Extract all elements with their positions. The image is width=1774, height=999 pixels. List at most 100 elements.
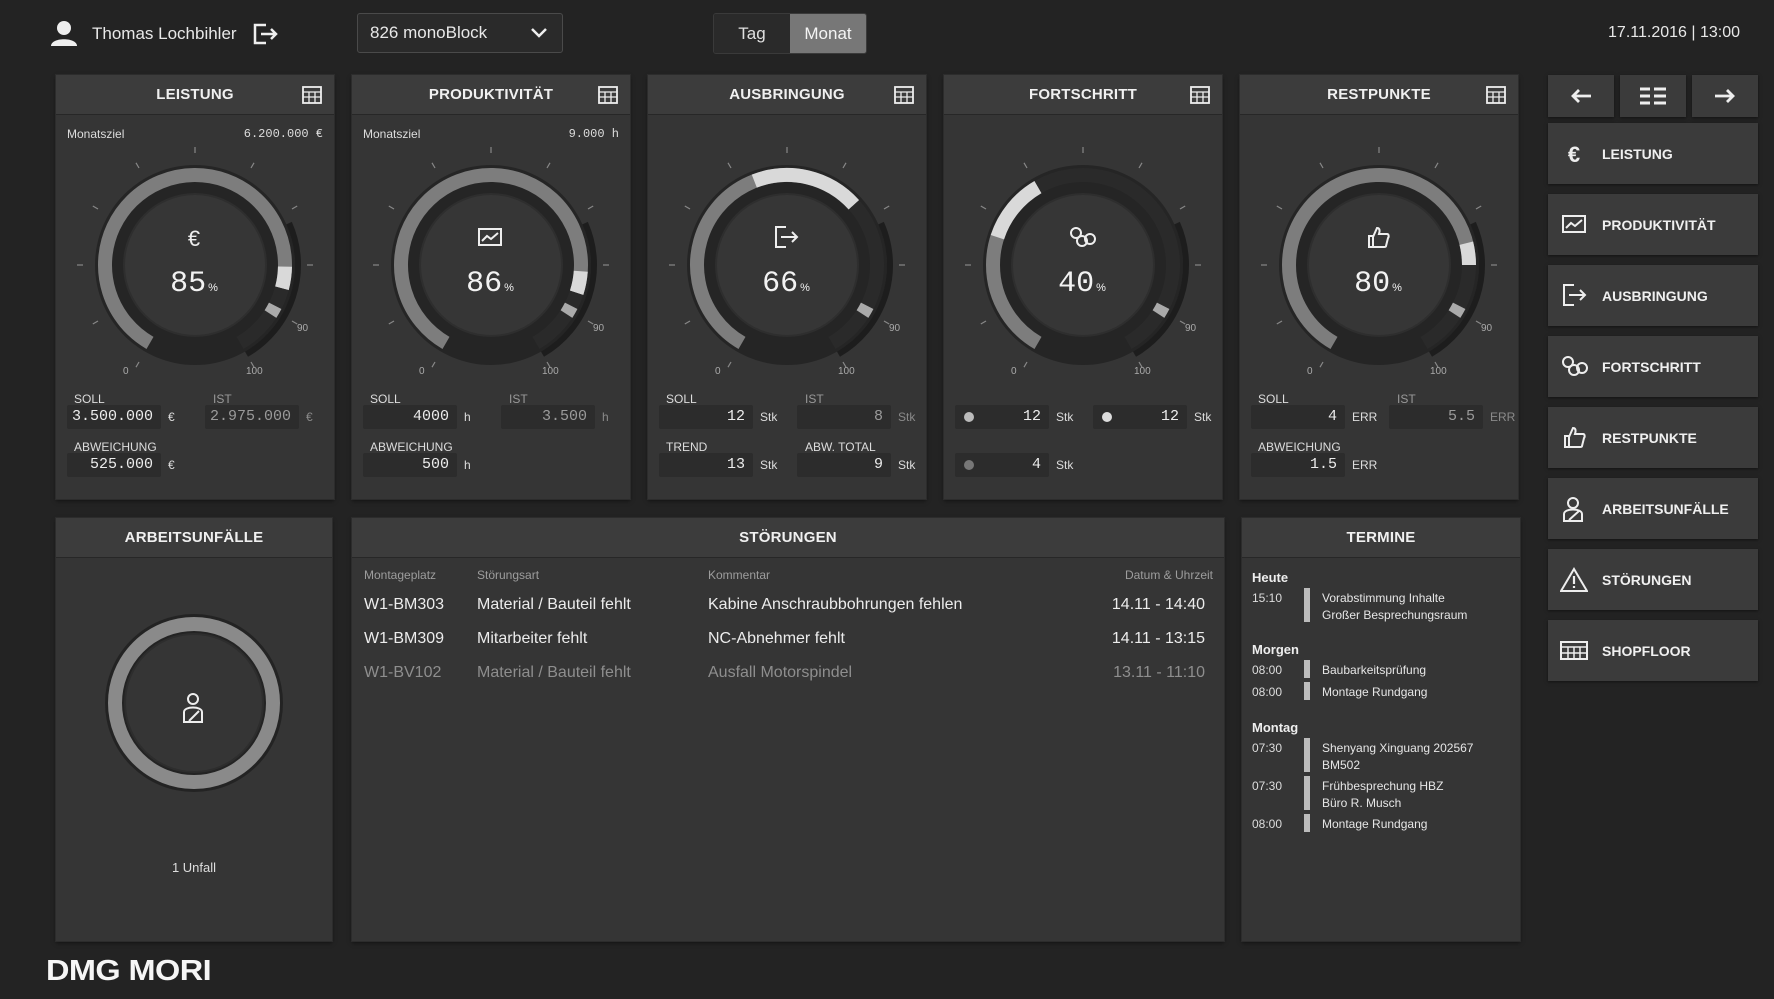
period-tag[interactable]: Tag — [714, 14, 790, 53]
table-icon[interactable] — [894, 86, 914, 104]
gauge-tick — [980, 205, 987, 210]
gauge-tick — [135, 361, 140, 368]
schedule-bar — [1304, 738, 1310, 772]
gauge — [1261, 147, 1497, 368]
accident-icon — [183, 693, 203, 723]
gauge-tick — [883, 205, 890, 210]
sidebar-item[interactable]: € LEISTUNG — [1548, 123, 1758, 184]
table-icon[interactable] — [302, 86, 322, 104]
soll-label: SOLL — [1258, 392, 1289, 406]
kpi-title: FORTSCHRITT — [1028, 86, 1138, 103]
kpi-title: LEISTUNG — [156, 86, 234, 103]
ist-unit: ERR — [1490, 410, 1516, 424]
calendar-icon[interactable] — [1190, 86, 1210, 104]
table-cell: Ausfall Motorspindel — [708, 664, 853, 681]
gauge-tick — [980, 320, 987, 325]
sidebar-item[interactable]: FORTSCHRITT — [1548, 336, 1758, 397]
ist-label: IST — [1397, 392, 1416, 406]
accident-icon — [1563, 496, 1583, 522]
tick-0: 0 — [1307, 366, 1313, 377]
thumb-icon — [1564, 426, 1586, 448]
period-toggle[interactable]: Tag Monat — [713, 13, 867, 54]
sidebar-item-label: PRODUKTIVITÄT — [1602, 216, 1716, 233]
table-icon[interactable] — [598, 86, 618, 104]
ist-unit: € — [306, 410, 313, 424]
sidebar-item[interactable]: SHOPFLOOR — [1548, 620, 1758, 681]
sidebar-item[interactable]: RESTPUNKTE — [1548, 407, 1758, 468]
menu-button[interactable] — [1620, 75, 1686, 117]
table-icon[interactable] — [1486, 86, 1506, 104]
schedule-text: Shenyang Xinguang 202567 — [1322, 741, 1474, 755]
tick-100: 100 — [1430, 366, 1447, 377]
abw-value: 1.5 — [1251, 453, 1345, 477]
euro-icon: € — [1568, 142, 1580, 167]
gauge — [77, 147, 313, 368]
soll-value: 3.500.000 — [67, 405, 161, 429]
tick-100: 100 — [542, 366, 559, 377]
gauge-tick — [250, 162, 255, 169]
gauge-percent: 86% — [466, 267, 514, 301]
gauge-percent: 85% — [170, 267, 218, 301]
gauge-percent: 40% — [1058, 267, 1106, 301]
thumb-icon — [1368, 226, 1390, 248]
user-icon — [51, 21, 77, 46]
schedule-day: Heute — [1252, 570, 1289, 585]
username: Thomas Lochbihler — [92, 24, 237, 43]
forward-button[interactable] — [1692, 75, 1758, 117]
tick-0: 0 — [1011, 366, 1017, 377]
goal-label: Monatsziel — [363, 127, 421, 141]
soll-value: 4 — [1251, 405, 1345, 429]
gauge-target-marker — [264, 302, 282, 318]
sidebar-item[interactable]: STÖRUNGEN — [1548, 549, 1758, 610]
accident-count: 1 Unfall — [171, 860, 217, 875]
ist-label: IST — [805, 392, 824, 406]
abw-label: ABWEICHUNG — [74, 440, 157, 454]
total-label: ABW. TOTAL — [805, 440, 876, 454]
tick-0: 0 — [123, 366, 129, 377]
soll-label: SOLL — [666, 392, 697, 406]
gauge-current-arc — [1459, 241, 1476, 266]
sidebar-item[interactable]: ARBEITSUNFÄLLE — [1548, 478, 1758, 539]
schedule-bar — [1304, 814, 1310, 832]
abw-unit: h — [464, 458, 471, 472]
abw-unit: Stk — [1056, 458, 1074, 472]
soll-label: SOLL — [370, 392, 401, 406]
gauge-tick — [727, 162, 732, 169]
gauge-tick — [431, 162, 436, 169]
logout-icon[interactable] — [252, 22, 278, 46]
soll-unit: Stk — [760, 410, 778, 424]
abw-unit: ERR — [1352, 458, 1378, 472]
ist-value: 2.975.000 — [205, 405, 299, 429]
soll-unit: € — [168, 410, 175, 424]
chart-icon — [478, 228, 502, 246]
ist-unit: Stk — [898, 410, 916, 424]
back-button[interactable] — [1548, 75, 1614, 117]
tick-0: 0 — [419, 366, 425, 377]
chevron-down-icon — [531, 28, 547, 38]
gauge-tick — [727, 361, 732, 368]
gauge-tick — [1276, 320, 1283, 325]
col-header-type: Störungsart — [477, 568, 540, 582]
col-header-datetime: Datum & Uhrzeit — [1124, 568, 1213, 582]
gauge — [965, 147, 1201, 368]
soll-unit: h — [464, 410, 471, 424]
svg-text:€: € — [188, 226, 200, 249]
sidebar-item[interactable]: PRODUKTIVITÄT — [1548, 194, 1758, 255]
soll-unit: ERR — [1352, 410, 1378, 424]
gauge-target-marker — [1448, 302, 1466, 318]
schedule-bar — [1304, 776, 1310, 810]
sidebar-item[interactable]: AUSBRINGUNG — [1548, 265, 1758, 326]
kpi-panel: FORTSCHRITT 40% 0 100 90 12 Stk 12 Stk 4 … — [944, 75, 1222, 499]
machine-select[interactable]: 826 monoBlock — [357, 13, 563, 53]
sidebar-item-label: LEISTUNG — [1602, 145, 1673, 162]
arrow-left-icon — [1571, 89, 1591, 103]
euro-icon: € — [188, 226, 200, 249]
ist-value: 8 — [797, 405, 891, 429]
period-monat[interactable]: Monat — [790, 14, 866, 53]
accidents-title: ARBEITSUNFÄLLE — [56, 518, 332, 558]
gauge-target-marker — [560, 302, 578, 318]
dmg-mori-logo: DMG MORI — [46, 955, 212, 987]
schedule-time: 08:00 — [1252, 685, 1283, 699]
ist-value: 3.500 — [501, 405, 595, 429]
tick-90: 90 — [593, 323, 605, 334]
